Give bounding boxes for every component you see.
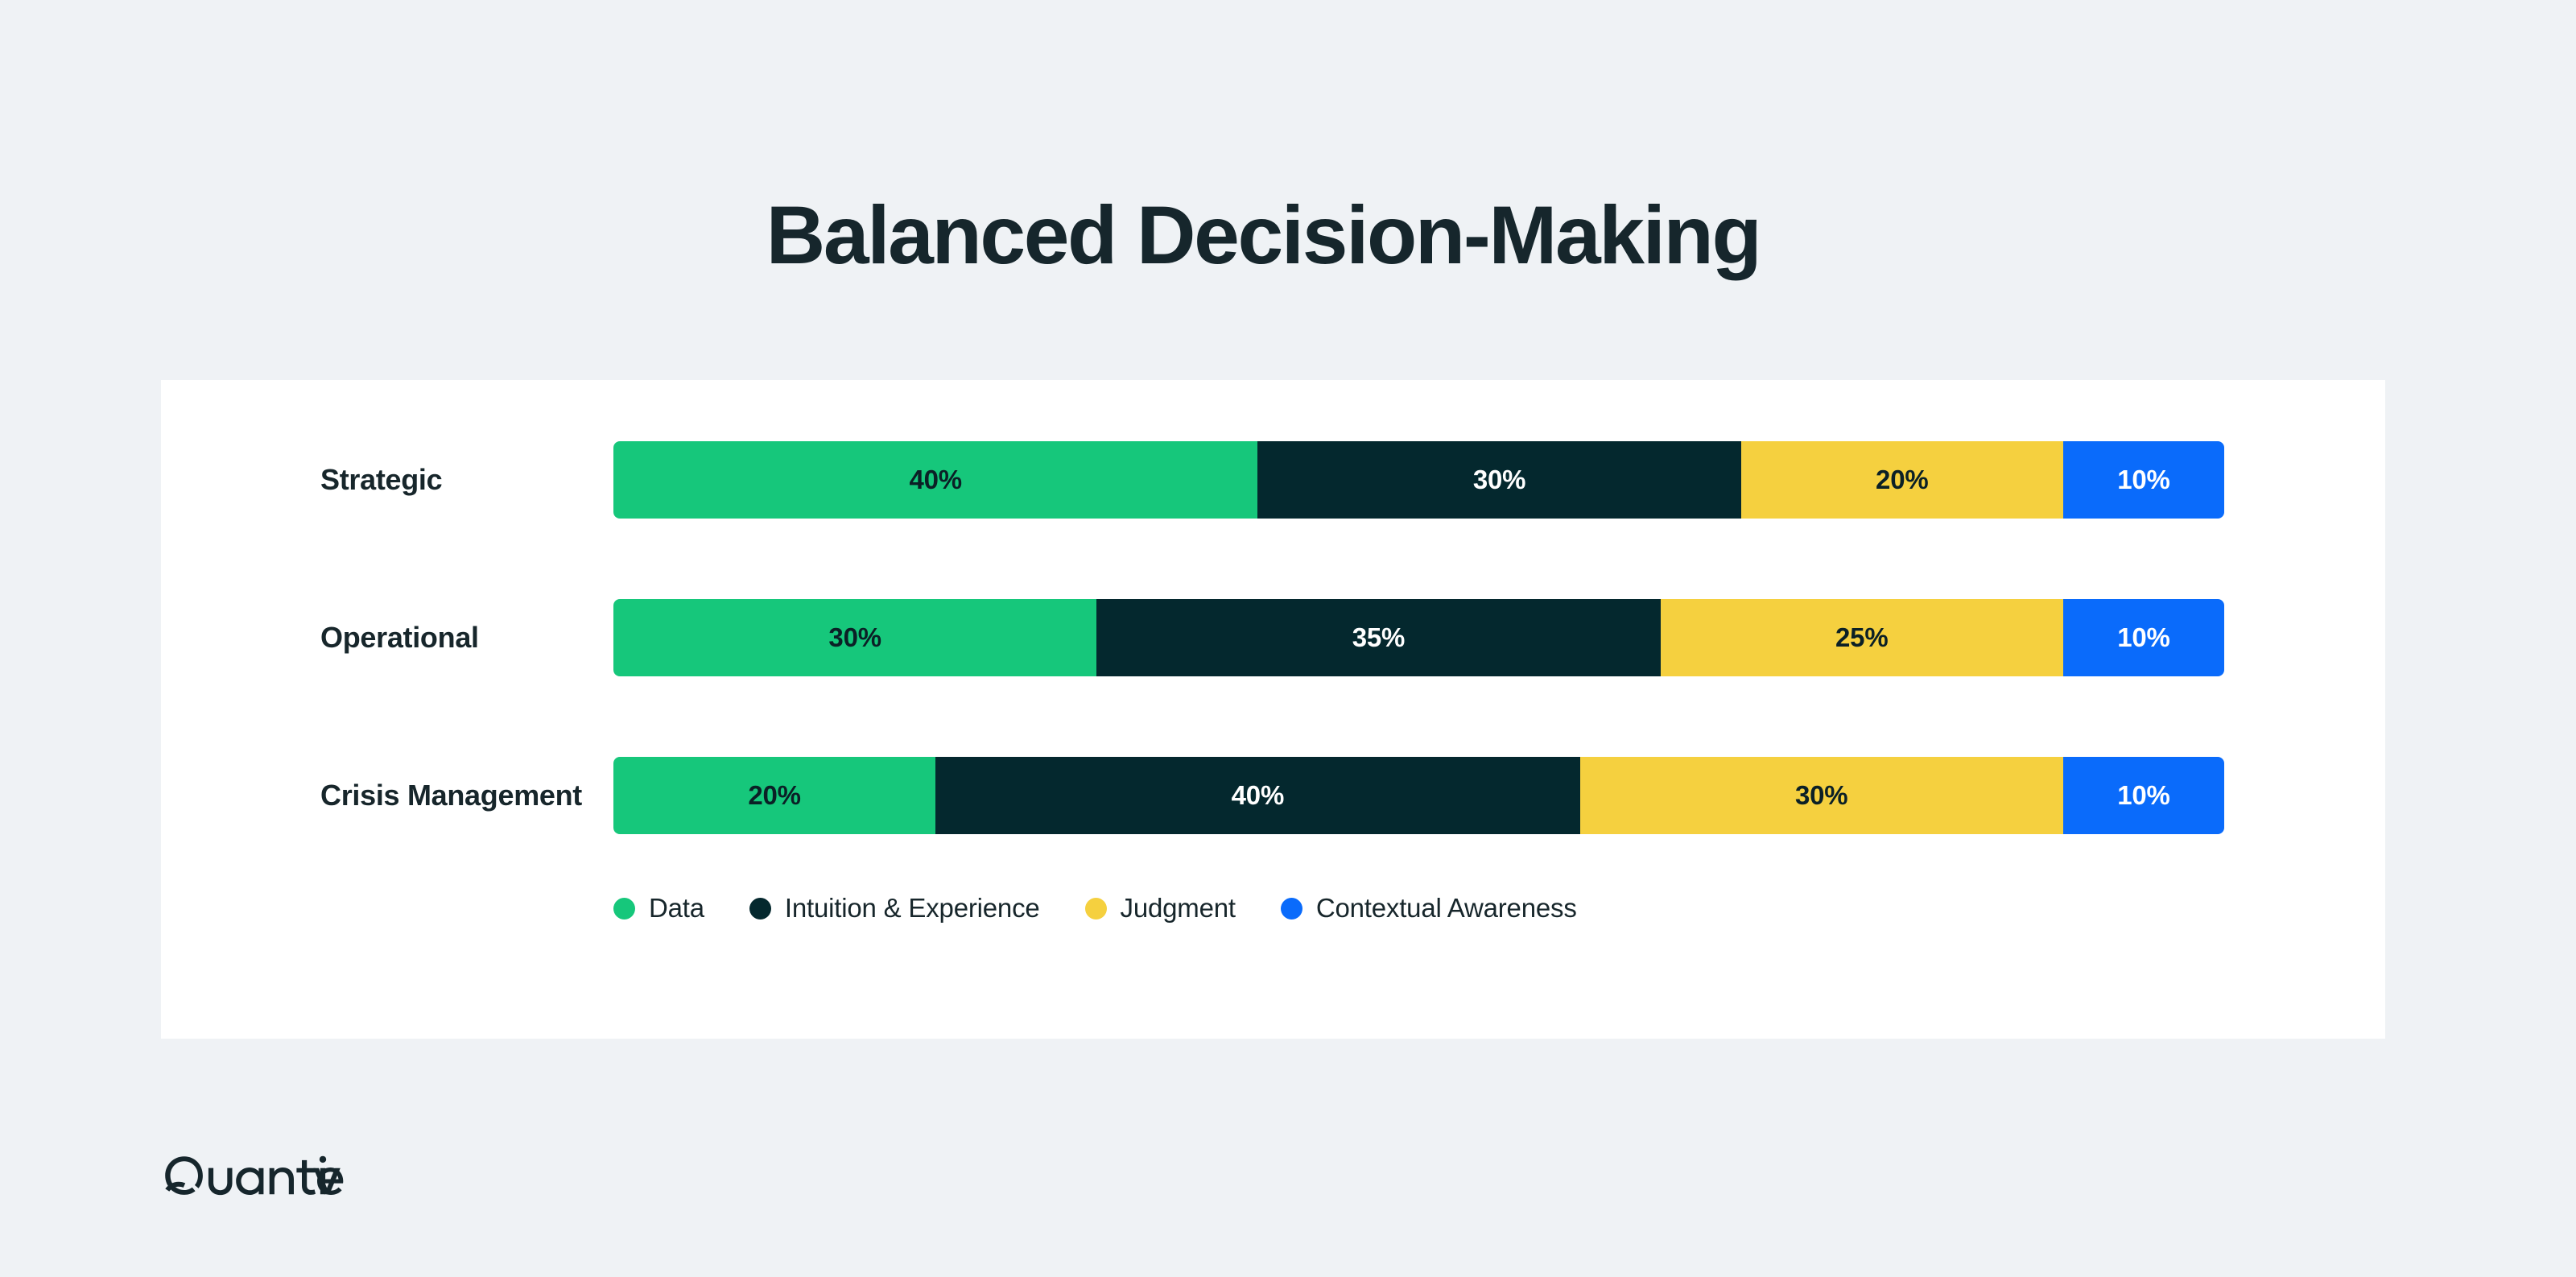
stacked-bar-chart: Strategic 40% 30% 20% 10% Operational 30% 35% 25… [161, 380, 2385, 1039]
legend-item[interactable]: Intuition & Experience [749, 893, 1040, 924]
bar-segment-value: 40% [1231, 780, 1285, 810]
bar-segment[interactable]: 25% [1660, 599, 2063, 676]
bar-segment[interactable]: 20% [613, 757, 936, 834]
chart-page: Balanced Decision-Making Strategic 40% 30%… [0, 0, 2576, 1277]
bar-segment[interactable]: 35% [1096, 599, 1661, 676]
legend-dot-icon [1280, 897, 1302, 920]
legend-item[interactable]: Judgment [1084, 893, 1236, 924]
page-title: Balanced Decision-Making [766, 189, 1762, 282]
bar-segment[interactable]: 20% [1740, 441, 2063, 519]
bar-segment[interactable]: 10% [2062, 757, 2224, 834]
legend-item[interactable]: Contextual Awareness [1280, 893, 1577, 924]
legend-item-label: Judgment [1120, 893, 1236, 923]
bar-segment-value: 30% [1472, 465, 1526, 494]
quantive-wordmark-icon [165, 1155, 344, 1196]
bar-segment-value: 25% [1835, 622, 1889, 652]
bar-segment-value: 20% [748, 780, 801, 810]
bar-segment-value: 30% [828, 622, 881, 652]
bar-segment[interactable]: 30% [613, 599, 1097, 676]
legend-item-label: Contextual Awareness [1315, 893, 1577, 923]
legend-item-label: Intuition & Experience [784, 893, 1040, 923]
bar-row-label: Strategic [320, 462, 443, 496]
bar-row-label: Crisis Management [320, 778, 582, 812]
bar-segment[interactable]: 40% [613, 441, 1258, 519]
bar-segment[interactable]: 10% [2062, 441, 2224, 519]
bar-segment-value: 40% [909, 465, 962, 494]
bar-segment[interactable]: 40% [935, 757, 1580, 834]
legend-dot-icon [1084, 897, 1107, 920]
bar-row-label: Operational [320, 620, 479, 654]
stacked-bar-track: 40% 30% 20% 10% [613, 441, 2224, 519]
bar-segment-value: 30% [1795, 780, 1848, 810]
stacked-bar-track: 20% 40% 30% 10% [613, 757, 2224, 834]
bar-segment-value: 10% [2117, 622, 2170, 652]
bar-segment[interactable]: 30% [1257, 441, 1741, 519]
bar-segment-value: 10% [2117, 780, 2170, 810]
bar-segment[interactable]: 10% [2062, 599, 2224, 676]
brand-logo [161, 1154, 348, 1201]
bar-segment-value: 10% [2117, 465, 2170, 494]
legend-dot-icon [613, 897, 635, 920]
bar-segment-value: 35% [1352, 622, 1406, 652]
legend-item[interactable]: Data [613, 893, 704, 924]
bar-segment[interactable]: 30% [1579, 757, 2063, 834]
stacked-bar-track: 30% 35% 25% 10% [613, 599, 2224, 676]
legend-dot-icon [749, 897, 771, 920]
chart-legend: Data Intuition & Experience Judgment Contex… [613, 893, 1577, 924]
chart-card: Strategic 40% 30% 20% 10% Operational 30% 35% 25… [161, 380, 2385, 1039]
bar-segment-value: 20% [1876, 465, 1929, 494]
legend-item-label: Data [649, 893, 704, 923]
